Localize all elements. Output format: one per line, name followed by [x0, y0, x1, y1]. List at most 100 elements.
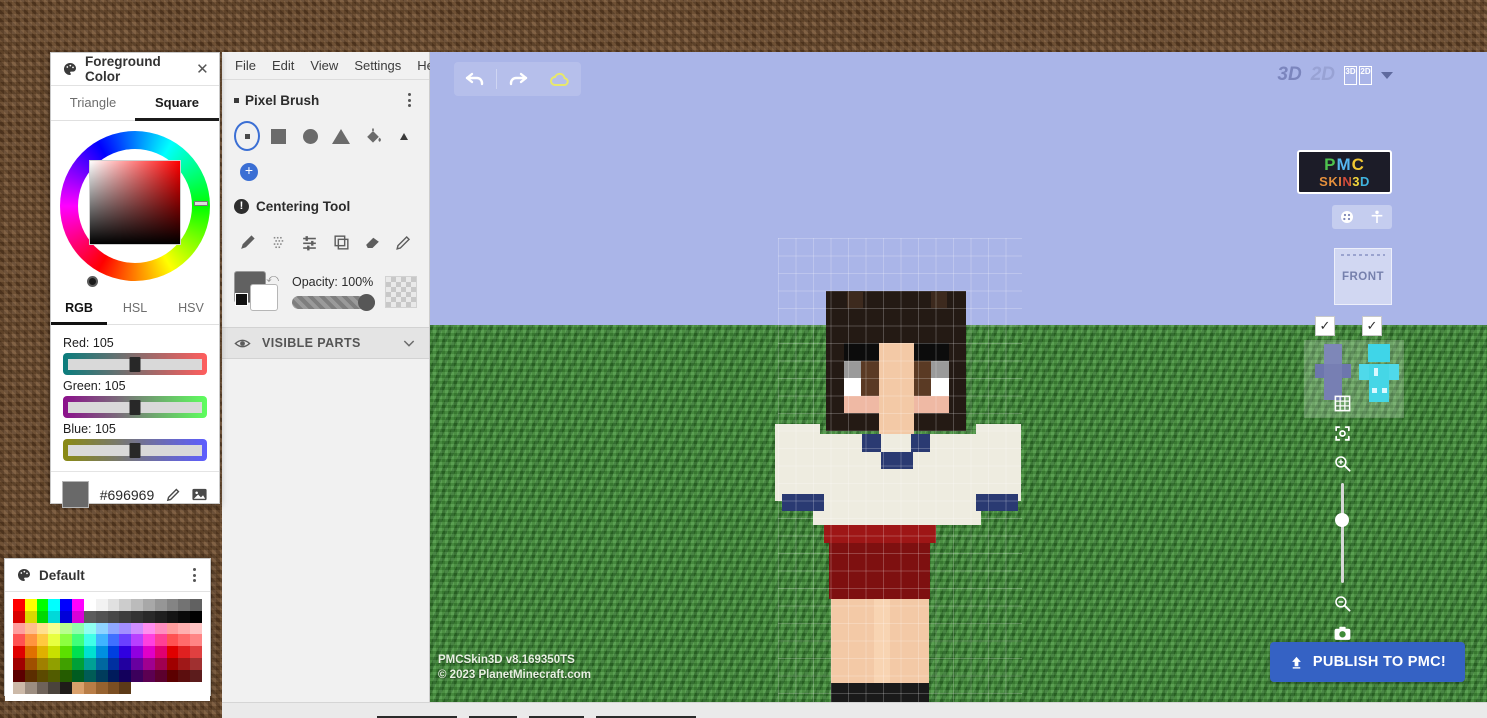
- palette-swatch[interactable]: [178, 599, 191, 611]
- palette-swatch[interactable]: [60, 646, 73, 659]
- palette-swatch[interactable]: [131, 634, 143, 647]
- palette-swatch[interactable]: [36, 610, 49, 623]
- palette-swatch[interactable]: [83, 646, 96, 659]
- palette-swatch[interactable]: [119, 681, 132, 694]
- layers-tool-button[interactable]: [328, 227, 355, 257]
- blue-slider-thumb[interactable]: [129, 443, 141, 458]
- background-swatch[interactable]: [250, 284, 278, 311]
- palette-swatch[interactable]: [142, 610, 155, 623]
- palette-swatch[interactable]: [154, 646, 167, 659]
- palette-swatch[interactable]: [13, 610, 25, 623]
- character-eye-white-left[interactable]: [843, 378, 862, 396]
- color-wheel-area[interactable]: [51, 127, 219, 287]
- palette-swatch[interactable]: [72, 646, 84, 659]
- character-eye-right-lower[interactable]: [913, 378, 932, 396]
- palette-swatch[interactable]: [24, 669, 37, 682]
- palette-swatch[interactable]: [107, 610, 120, 623]
- character-cuff-right[interactable]: [975, 493, 1018, 511]
- cloud-save-button[interactable]: [539, 62, 581, 96]
- palette-swatch[interactable]: [83, 658, 96, 670]
- character-hair-highlight[interactable]: [847, 292, 863, 308]
- palette-swatch[interactable]: [131, 681, 143, 694]
- character-bangs[interactable]: [913, 343, 949, 361]
- character-cuff-left[interactable]: [781, 493, 824, 511]
- blue-slider[interactable]: [63, 439, 207, 461]
- pmcskin3d-logo[interactable]: PMC SKIN3D: [1297, 150, 1392, 194]
- palette-swatch[interactable]: [154, 622, 167, 635]
- palette-swatch[interactable]: [131, 646, 143, 659]
- pose-button[interactable]: [1362, 205, 1392, 229]
- palette-swatch[interactable]: [119, 610, 132, 623]
- fill-bucket-button[interactable]: [360, 121, 385, 151]
- palette-grid[interactable]: [13, 599, 202, 694]
- palette-swatch[interactable]: [83, 681, 96, 694]
- chevron-down-icon[interactable]: [401, 335, 417, 351]
- palette-swatch[interactable]: [36, 669, 49, 682]
- palette-swatch[interactable]: [72, 634, 84, 647]
- palette-swatch[interactable]: [178, 646, 191, 659]
- palette-swatch[interactable]: [60, 669, 73, 682]
- palette-swatch[interactable]: [36, 646, 49, 659]
- character-leg-gap[interactable]: [874, 598, 890, 686]
- palette-swatch[interactable]: [190, 634, 202, 647]
- palette-swatch[interactable]: [107, 658, 120, 670]
- dot-brush-button[interactable]: [234, 121, 261, 151]
- palette-swatch[interactable]: [83, 669, 96, 682]
- character-eye-white-right[interactable]: [931, 378, 949, 396]
- split-view-button[interactable]: 3D 2D: [1344, 65, 1372, 85]
- zoom-slider[interactable]: [1335, 483, 1349, 583]
- square-brush-button[interactable]: [266, 121, 291, 151]
- palette-swatch[interactable]: [131, 610, 143, 623]
- palette-swatch[interactable]: [142, 646, 155, 659]
- tab-rgb[interactable]: RGB: [51, 295, 107, 325]
- palette-swatch[interactable]: [190, 658, 202, 670]
- menu-item-settings[interactable]: Settings: [347, 55, 408, 76]
- palette-swatch[interactable]: [154, 669, 167, 682]
- palette-swatch[interactable]: [48, 622, 61, 635]
- dither-tool-button[interactable]: [265, 227, 292, 257]
- grid-toggle-button[interactable]: [1329, 388, 1355, 418]
- palette-swatch[interactable]: [48, 681, 61, 694]
- palette-swatch[interactable]: [190, 669, 202, 682]
- palette-swatch[interactable]: [13, 599, 25, 611]
- opacity-slider-thumb[interactable]: [358, 294, 375, 311]
- character-torso[interactable]: [813, 434, 981, 525]
- skin-preview-button[interactable]: [1332, 205, 1362, 229]
- palette-panel[interactable]: Default: [4, 558, 211, 701]
- base-layer-checkbox[interactable]: ✓: [1315, 316, 1335, 336]
- palette-swatch[interactable]: [24, 646, 37, 659]
- orientation-front-button[interactable]: FRONT: [1334, 248, 1392, 305]
- palette-swatch[interactable]: [142, 622, 155, 635]
- palette-swatch[interactable]: [83, 610, 96, 623]
- foreground-color-panel[interactable]: Foreground Color ✕ Triangle Square RGB H…: [50, 52, 220, 508]
- sv-selector-handle[interactable]: [87, 276, 98, 287]
- palette-swatch[interactable]: [119, 646, 132, 659]
- palette-swatch[interactable]: [178, 681, 191, 694]
- palette-swatch[interactable]: [119, 634, 132, 647]
- palette-swatch[interactable]: [72, 622, 84, 635]
- palette-swatch[interactable]: [178, 622, 191, 635]
- palette-swatch[interactable]: [107, 646, 120, 659]
- palette-swatch[interactable]: [48, 599, 61, 611]
- center-view-button[interactable]: [1329, 418, 1355, 448]
- zoom-out-button[interactable]: [1329, 588, 1355, 618]
- character-skirt[interactable]: [828, 542, 931, 599]
- palette-swatch[interactable]: [190, 646, 202, 659]
- palette-swatch[interactable]: [48, 669, 61, 682]
- palette-swatch[interactable]: [131, 658, 143, 670]
- palette-swatch[interactable]: [95, 681, 108, 694]
- palette-swatch[interactable]: [190, 681, 202, 694]
- palette-swatch[interactable]: [119, 658, 132, 670]
- character-nose[interactable]: [878, 395, 914, 413]
- undo-button[interactable]: [454, 62, 496, 96]
- palette-swatch[interactable]: [131, 599, 143, 611]
- character-skirt-top[interactable]: [823, 525, 936, 543]
- palette-swatch[interactable]: [190, 622, 202, 635]
- palette-swatch[interactable]: [72, 681, 84, 694]
- overlay-layer-checkbox[interactable]: ✓: [1362, 316, 1382, 336]
- character-arm-right[interactable]: [975, 423, 1022, 501]
- palette-swatch[interactable]: [154, 599, 167, 611]
- palette-swatch[interactable]: [36, 681, 49, 694]
- palette-swatch[interactable]: [119, 669, 132, 682]
- palette-swatch[interactable]: [178, 658, 191, 670]
